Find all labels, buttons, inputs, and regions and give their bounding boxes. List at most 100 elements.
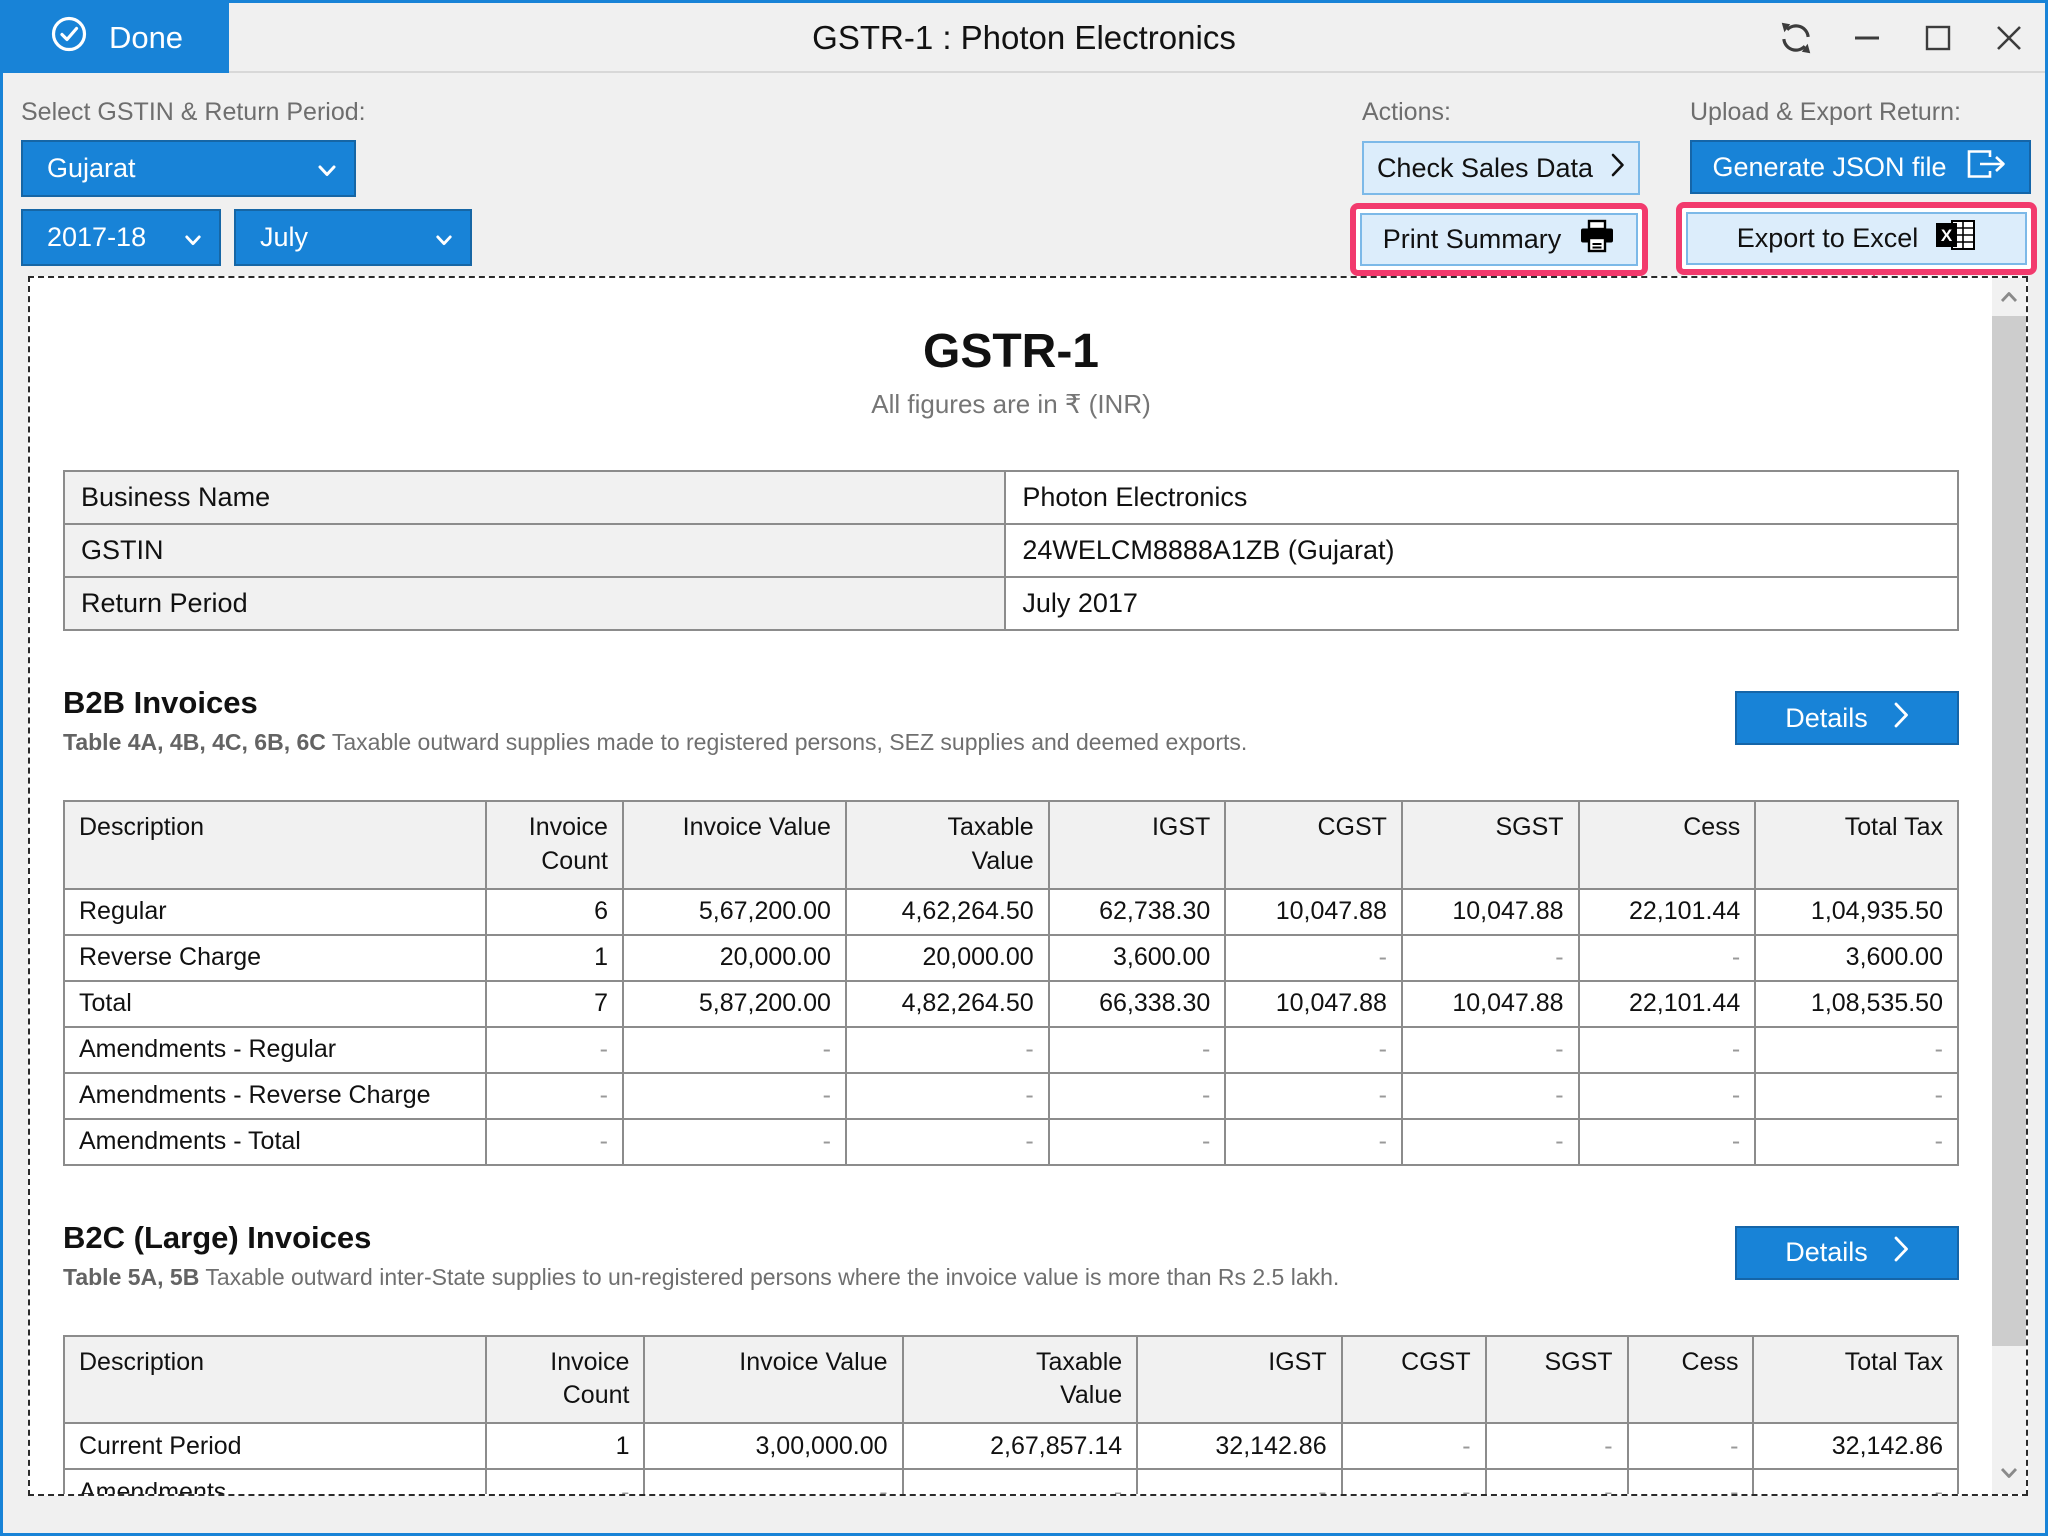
- minimize-icon[interactable]: [1847, 17, 1887, 59]
- report-document: GSTR-1 All figures are in ₹ (INR) Busine…: [62, 278, 1959, 1494]
- close-icon[interactable]: [1989, 17, 2029, 59]
- column-header: Taxable Value: [901, 1334, 1139, 1424]
- cell-value: 10,047.88: [1224, 979, 1403, 1028]
- cell-value: -: [1626, 1468, 1755, 1494]
- excel-icon: X: [1936, 218, 1976, 259]
- export-file-icon: [1965, 148, 2009, 187]
- column-header: SGST: [1484, 1334, 1629, 1424]
- table-row: Regular 6 5,67,200.00 4,62,264.50 62,738.30 1…: [62, 887, 1959, 936]
- gstin-dropdown-value: Gujarat: [47, 153, 136, 183]
- year-dropdown-value: 2017-18: [47, 222, 147, 252]
- cell-value: -: [1224, 1025, 1403, 1074]
- cell-value: -: [485, 1025, 624, 1074]
- cell-value: -: [1224, 933, 1403, 982]
- chevron-down-icon: [318, 153, 336, 184]
- chevron-down-icon: [185, 222, 201, 253]
- column-header: Total Tax: [1752, 1334, 1959, 1424]
- header-row: Description Invoice Count Invoice Value Tax…: [62, 800, 1959, 890]
- cell-value: -: [1754, 1025, 1959, 1074]
- vertical-scrollbar[interactable]: [1992, 278, 2026, 1494]
- cell-value: 5,67,200.00: [621, 887, 847, 936]
- printer-icon: [1579, 219, 1615, 260]
- refresh-icon[interactable]: [1776, 17, 1816, 59]
- row-description: Amendments: [62, 1468, 488, 1494]
- b2c-details-label: Details: [1785, 1237, 1868, 1267]
- cell-value: 32,142.86: [1752, 1422, 1959, 1470]
- window-title: GSTR-1 : Photon Electronics: [812, 19, 1236, 56]
- window-controls: [1776, 3, 2029, 73]
- scrollbar-thumb[interactable]: [1992, 316, 2026, 1346]
- cell-value: 3,600.00: [1754, 933, 1959, 982]
- table-row: Amendments - - - - - - - -: [62, 1468, 1959, 1494]
- table-row: Reverse Charge 1 20,000.00 20,000.00 3,600.0…: [62, 933, 1959, 982]
- cell-value: -: [1577, 1025, 1757, 1074]
- cell-value: 10,047.88: [1400, 887, 1580, 936]
- print-summary-label: Print Summary: [1382, 224, 1562, 254]
- b2c-section-header: B2C (Large) Invoices Table 5A, 5B Taxabl…: [63, 1220, 1959, 1291]
- b2b-details-button[interactable]: Details: [1735, 691, 1959, 745]
- maximize-icon[interactable]: [1918, 17, 1958, 59]
- cell-value: 20,000.00: [621, 933, 847, 982]
- info-label: GSTIN: [62, 523, 1007, 578]
- cell-value: 3,00,000.00: [643, 1422, 904, 1470]
- column-header: Taxable Value: [844, 800, 1050, 890]
- cell-value: 6: [485, 887, 624, 936]
- cell-value: -: [844, 1071, 1050, 1120]
- month-dropdown-value: July: [260, 222, 309, 252]
- cell-value: -: [844, 1025, 1050, 1074]
- row-description: Total: [62, 979, 488, 1028]
- cell-value: -: [1484, 1422, 1629, 1470]
- check-circle-icon: [49, 14, 89, 62]
- table-row: Total 7 5,87,200.00 4,82,264.50 66,338.30 10,…: [62, 979, 1959, 1028]
- month-dropdown[interactable]: July: [234, 209, 472, 266]
- column-header: IGST: [1047, 800, 1227, 890]
- b2b-table-ref: Table 4A, 4B, 4C, 6B, 6C: [63, 729, 326, 755]
- cell-value: -: [1047, 1117, 1227, 1166]
- report-title: GSTR-1: [922, 325, 1099, 378]
- export-excel-button[interactable]: Export to Excel X: [1686, 212, 2027, 265]
- cell-value: 4,82,264.50: [844, 979, 1050, 1028]
- scroll-down-icon[interactable]: [1992, 1458, 2026, 1488]
- chevron-right-icon: [1894, 702, 1909, 735]
- cell-value: -: [1400, 1117, 1580, 1166]
- done-button[interactable]: Done: [3, 3, 229, 73]
- check-sales-data-button[interactable]: Check Sales Data: [1362, 141, 1640, 195]
- column-header: Total Tax: [1754, 800, 1959, 890]
- table-row: Amendments - Regular - - - - - - - -: [62, 1025, 1959, 1074]
- cell-value: 5,87,200.00: [621, 979, 847, 1028]
- column-header: Description: [62, 1334, 488, 1424]
- cell-value: -: [1626, 1422, 1755, 1470]
- info-row: GSTIN 24WELCM8888A1ZB (Gujarat): [62, 523, 1959, 578]
- cell-value: 22,101.44: [1577, 979, 1757, 1028]
- scroll-up-icon[interactable]: [1992, 282, 2026, 312]
- done-label: Done: [108, 20, 184, 55]
- print-summary-button[interactable]: Print Summary: [1360, 213, 1638, 266]
- cell-value: 10,047.88: [1224, 887, 1403, 936]
- print-summary-highlight: Print Summary: [1350, 203, 1648, 276]
- b2b-heading: B2B Invoices: [63, 685, 258, 720]
- cell-value: 1: [485, 1422, 646, 1470]
- info-label: Business Name: [62, 470, 1007, 525]
- column-header: Cess: [1577, 800, 1757, 890]
- gstin-dropdown[interactable]: Gujarat: [21, 140, 356, 197]
- b2b-description: Table 4A, 4B, 4C, 6B, 6C Taxable outward…: [63, 729, 1248, 755]
- cell-value: -: [1340, 1468, 1487, 1494]
- column-header: SGST: [1400, 800, 1580, 890]
- cell-value: -: [1047, 1025, 1227, 1074]
- cell-value: -: [1136, 1468, 1343, 1494]
- generate-json-button[interactable]: Generate JSON file: [1690, 140, 2031, 194]
- info-row: Business Name Photon Electronics: [62, 470, 1959, 525]
- cell-value: -: [901, 1468, 1139, 1494]
- export-excel-highlight: Export to Excel X: [1676, 202, 2037, 275]
- row-description: Amendments - Total: [62, 1117, 488, 1166]
- cell-value: -: [1224, 1071, 1403, 1120]
- cell-value: -: [1400, 1025, 1580, 1074]
- b2c-details-button[interactable]: Details: [1735, 1225, 1959, 1280]
- cell-value: -: [1577, 1117, 1757, 1166]
- cell-value: -: [1224, 1117, 1403, 1166]
- table-row: Amendments - Reverse Charge - - - - - - - -: [62, 1071, 1959, 1120]
- chevron-down-icon: [436, 222, 452, 253]
- upload-export-section: Upload & Export Return: Generate JSON fi…: [1676, 98, 2037, 275]
- year-dropdown[interactable]: 2017-18: [21, 209, 221, 266]
- cell-value: 20,000.00: [844, 933, 1050, 982]
